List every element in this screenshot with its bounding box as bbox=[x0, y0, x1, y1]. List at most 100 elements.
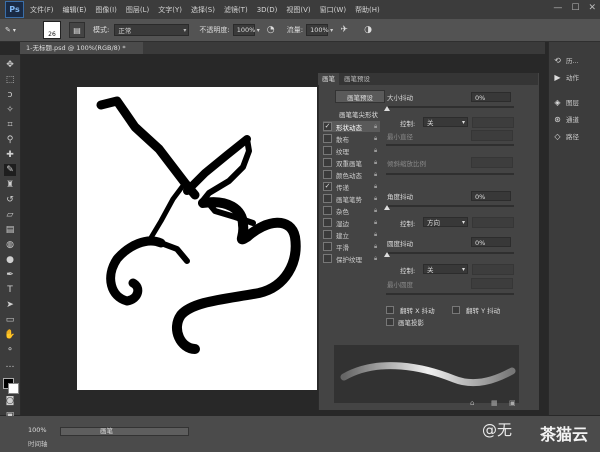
status-info-bar[interactable] bbox=[60, 427, 189, 436]
checkbox-color-dynamics[interactable] bbox=[323, 170, 332, 179]
zoom-tool-icon[interactable]: ⚬ bbox=[4, 344, 16, 356]
clone-stamp-tool-icon[interactable]: ♜ bbox=[4, 179, 16, 191]
healing-brush-tool-icon[interactable]: ✚ bbox=[4, 149, 16, 161]
flip-y-jitter-option[interactable]: 翻转 Y 抖动 bbox=[452, 305, 500, 315]
checkbox-flip-y[interactable] bbox=[452, 306, 460, 314]
slider-knob-icon[interactable] bbox=[384, 106, 390, 111]
tab-brush[interactable]: 画笔 bbox=[318, 73, 339, 85]
checkbox-flip-x[interactable] bbox=[386, 306, 394, 314]
option-smoothing[interactable]: 平滑 🔒︎ bbox=[323, 241, 380, 252]
angle-control-select[interactable]: 方向 ▾ bbox=[423, 217, 468, 227]
menu-edit[interactable]: 编辑(E) bbox=[63, 5, 87, 15]
brush-size-picker[interactable]: 26 bbox=[43, 21, 61, 39]
checkbox-noise[interactable] bbox=[323, 206, 332, 215]
pressure-opacity-icon[interactable]: ◔ bbox=[265, 24, 277, 36]
brush-grid-icon[interactable]: ▦ bbox=[491, 399, 498, 407]
size-jitter-slider[interactable] bbox=[386, 106, 514, 108]
size-control-select[interactable]: 关 ▾ bbox=[423, 117, 468, 127]
lock-icon[interactable]: 🔒︎ bbox=[374, 243, 377, 251]
checkbox-dual-brush[interactable] bbox=[323, 158, 332, 167]
roundness-jitter-input[interactable]: 0% bbox=[471, 237, 511, 247]
marquee-tool-icon[interactable]: ⬚ bbox=[4, 74, 16, 86]
option-texture[interactable]: 纹理 🔒︎ bbox=[323, 145, 380, 156]
menu-file[interactable]: 文件(F) bbox=[30, 5, 54, 15]
timeline-label[interactable]: 时间轴 bbox=[28, 438, 48, 448]
blur-tool-icon[interactable]: ◍ bbox=[4, 239, 16, 251]
checkbox-smoothing[interactable] bbox=[323, 242, 332, 251]
option-build-up[interactable]: 建立 🔒︎ bbox=[323, 229, 380, 240]
document-tab[interactable]: 1-无标题.psd @ 100%(RGB/8) * bbox=[20, 42, 143, 54]
menu-help[interactable]: 帮助(H) bbox=[355, 5, 380, 15]
move-tool-icon[interactable]: ✥ bbox=[4, 59, 16, 71]
option-color-dynamics[interactable]: 颜色动态 🔒︎ bbox=[323, 169, 380, 180]
angle-jitter-input[interactable]: 0% bbox=[471, 191, 511, 201]
checkbox-brush-pose[interactable] bbox=[323, 194, 332, 203]
option-protect-texture[interactable]: 保护纹理 🔒︎ bbox=[323, 253, 380, 264]
brush-tip-shape-heading[interactable]: 画笔笔尖形状 bbox=[339, 109, 378, 119]
lasso-tool-icon[interactable]: ↄ bbox=[4, 89, 16, 101]
checkbox-transfer[interactable]: ✓ bbox=[323, 182, 332, 191]
history-brush-tool-icon[interactable]: ↺ bbox=[4, 194, 16, 206]
flip-x-jitter-option[interactable]: 翻转 X 抖动 bbox=[386, 305, 435, 315]
eyedropper-tool-icon[interactable]: ⚲ bbox=[4, 134, 16, 146]
menu-image[interactable]: 图像(I) bbox=[95, 5, 117, 15]
menu-layer[interactable]: 图层(L) bbox=[126, 5, 149, 15]
lock-icon[interactable]: 🔒︎ bbox=[374, 219, 377, 227]
lock-icon[interactable]: 🔒︎ bbox=[374, 195, 377, 203]
checkbox-texture[interactable] bbox=[323, 146, 332, 155]
roundness-control-select[interactable]: 关 ▾ bbox=[423, 264, 468, 274]
lock-icon[interactable]: 🔒︎ bbox=[374, 207, 377, 215]
pressure-size-icon[interactable]: ◑ bbox=[362, 24, 374, 36]
lock-icon[interactable]: 🔒︎ bbox=[374, 159, 377, 167]
size-jitter-input[interactable]: 0% bbox=[471, 92, 511, 102]
eraser-tool-icon[interactable]: ▱ bbox=[4, 209, 16, 221]
menu-window[interactable]: 窗口(W) bbox=[320, 5, 346, 15]
slider-knob-icon[interactable] bbox=[384, 205, 390, 210]
brush-presets-button[interactable]: 画笔预设 bbox=[335, 90, 385, 103]
zoom-level[interactable]: 100% bbox=[28, 426, 58, 434]
dock-paths[interactable]: ◇ 路径 bbox=[553, 130, 599, 142]
pen-tool-icon[interactable]: ✒ bbox=[4, 269, 16, 281]
lock-icon[interactable]: 🔒︎ bbox=[374, 231, 377, 239]
option-shape-dynamics[interactable]: ✓ 形状动态 🔒︎ bbox=[323, 121, 380, 132]
shape-tool-icon[interactable]: ▭ bbox=[4, 314, 16, 326]
checkbox-protect-texture[interactable] bbox=[323, 254, 332, 263]
close-button[interactable]: ✕ bbox=[588, 3, 596, 13]
option-wet-edges[interactable]: 湿边 🔒︎ bbox=[323, 217, 380, 228]
lock-icon[interactable]: 🔒︎ bbox=[374, 123, 377, 131]
option-dual-brush[interactable]: 双重画笔 🔒︎ bbox=[323, 157, 380, 168]
brush-tool-icon[interactable]: ✎ bbox=[4, 164, 16, 176]
checkbox-wet-edges[interactable] bbox=[323, 218, 332, 227]
option-brush-pose[interactable]: 画笔笔势 🔒︎ bbox=[323, 193, 380, 204]
checkbox-brush-projection[interactable] bbox=[386, 318, 394, 326]
menu-select[interactable]: 选择(S) bbox=[191, 5, 215, 15]
checkbox-scattering[interactable] bbox=[323, 134, 332, 143]
option-scattering[interactable]: 散布 🔒︎ bbox=[323, 133, 380, 144]
dock-channels[interactable]: ⊛ 通道 bbox=[553, 113, 599, 125]
maximize-button[interactable]: ☐ bbox=[571, 3, 579, 13]
quick-mask-icon[interactable]: ◙ bbox=[4, 395, 16, 407]
angle-jitter-slider[interactable] bbox=[386, 205, 514, 207]
chevron-down-icon[interactable]: ▾ bbox=[330, 27, 333, 34]
airbrush-icon[interactable]: ✈ bbox=[338, 24, 350, 36]
option-noise[interactable]: 杂色 🔒︎ bbox=[323, 205, 380, 216]
flow-input[interactable]: 100% bbox=[306, 24, 329, 36]
lock-icon[interactable]: 🔒︎ bbox=[374, 255, 377, 263]
menu-view[interactable]: 视图(V) bbox=[286, 5, 310, 15]
chevron-down-icon[interactable]: ▾ bbox=[257, 27, 260, 34]
slider-knob-icon[interactable] bbox=[384, 252, 390, 257]
dock-history[interactable]: ⟲ 历... bbox=[553, 54, 599, 66]
roundness-jitter-slider[interactable] bbox=[386, 252, 514, 254]
quick-select-tool-icon[interactable]: ✧ bbox=[4, 104, 16, 116]
menu-filter[interactable]: 滤镜(T) bbox=[224, 5, 248, 15]
document-canvas[interactable] bbox=[77, 87, 317, 390]
background-color-swatch[interactable] bbox=[8, 383, 19, 394]
checkbox-build-up[interactable] bbox=[323, 230, 332, 239]
menu-type[interactable]: 文字(Y) bbox=[158, 5, 182, 15]
dock-layers[interactable]: ◈ 图层 bbox=[553, 96, 599, 108]
lock-icon[interactable]: 🔒︎ bbox=[374, 183, 377, 191]
lock-icon[interactable]: 🔒︎ bbox=[374, 135, 377, 143]
new-brush-icon[interactable]: ▣ bbox=[509, 399, 516, 407]
menu-3d[interactable]: 3D(D) bbox=[257, 6, 278, 14]
toggle-live-tip-icon[interactable]: ⌂ bbox=[470, 399, 474, 407]
